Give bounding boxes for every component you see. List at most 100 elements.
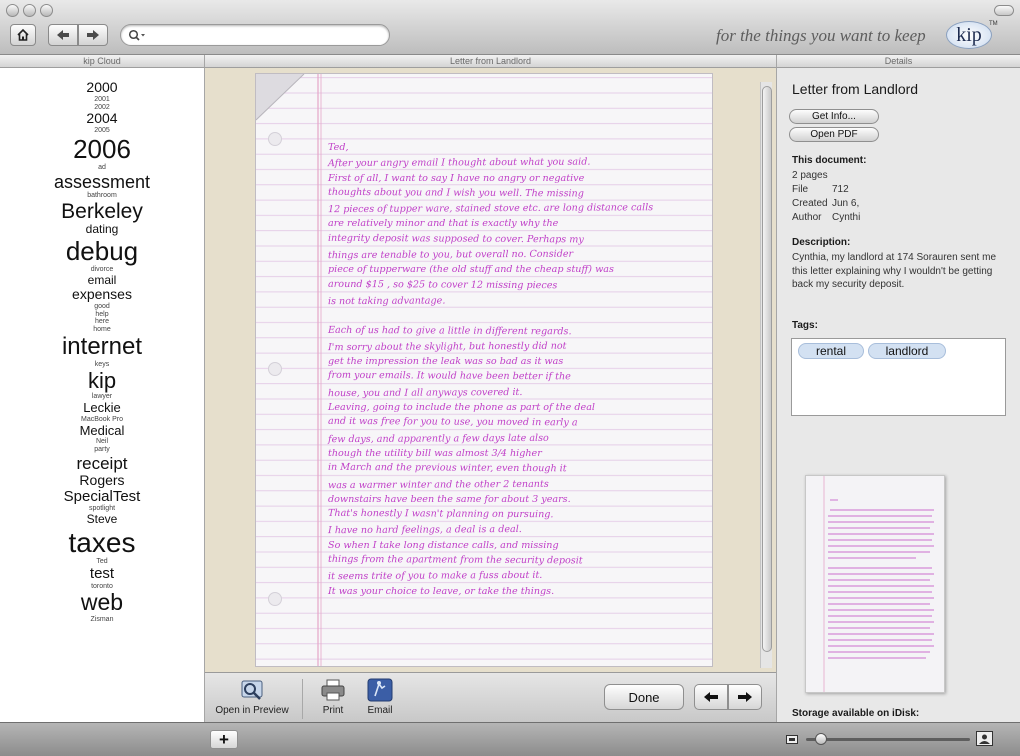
footer-bar: + [0, 722, 1020, 756]
cloud-tag[interactable]: Neil [96, 438, 108, 446]
cloud-tag[interactable]: test [90, 565, 114, 583]
previous-page-button[interactable] [694, 684, 728, 710]
letter-line: I have no hard feelings, a deal is a dea… [327, 524, 522, 537]
cloud-panel-header: kip Cloud [0, 55, 205, 68]
letter-line: things are tenable to you, but overall n… [327, 248, 574, 262]
cloud-tag[interactable]: expenses [72, 286, 132, 303]
home-button[interactable] [10, 24, 36, 46]
tag-cloud: 2000 2001 2002 2004 2005 2006 ad assessment bath… [0, 68, 205, 722]
cloud-tag[interactable]: email [88, 273, 117, 287]
tag-landlord[interactable]: landlord [868, 343, 946, 359]
zoom-slider[interactable] [806, 738, 970, 741]
cloud-tag[interactable]: bathroom [87, 192, 117, 200]
next-page-button[interactable] [728, 684, 762, 710]
get-info-button[interactable]: Get Info... [789, 109, 879, 124]
document-title: Letter from Landlord [792, 81, 919, 97]
zoom-slider-knob[interactable] [815, 733, 827, 745]
cloud-tag[interactable]: Zisman [91, 616, 114, 624]
email-label: Email [367, 705, 393, 716]
print-label: Print [322, 705, 344, 716]
document-page: Ted, After your angry email I thought ab… [255, 73, 713, 667]
cloud-tag[interactable]: 2000 [86, 79, 117, 96]
tags-label: Tags: [792, 320, 818, 331]
home-icon [17, 28, 29, 41]
details-panel-header: Details [776, 55, 1020, 68]
cloud-tag[interactable]: Steve [87, 512, 118, 526]
right-arrow-icon [738, 692, 752, 702]
printer-icon [321, 679, 345, 701]
cloud-tag[interactable]: Berkeley [61, 200, 143, 224]
created-row: Created Jun 6, [792, 198, 859, 209]
this-document-label: This document: [792, 155, 867, 166]
email-button[interactable]: Email [362, 678, 398, 716]
description-label: Description: [792, 237, 851, 248]
cloud-tag[interactable]: kip [88, 368, 116, 394]
author-label: Author [792, 212, 822, 223]
open-pdf-button[interactable]: Open PDF [789, 127, 879, 142]
cloud-tag[interactable]: 2004 [86, 111, 117, 127]
letter-line: So when I take long distance calls, and … [328, 539, 559, 551]
file-label: File [792, 184, 809, 195]
cloud-tag[interactable]: here [95, 318, 109, 326]
close-window-button[interactable] [6, 4, 19, 17]
storage-label: Storage available on iDisk: [792, 708, 920, 719]
print-button[interactable]: Print [315, 678, 351, 716]
author-value: Cynthi [832, 212, 861, 223]
punch-hole [268, 362, 282, 376]
details-panel: Letter from Landlord Get Info... Open PD… [776, 68, 1020, 722]
cloud-tag[interactable]: web [81, 590, 123, 616]
cloud-tag[interactable]: taxes [69, 527, 136, 558]
search-input[interactable] [120, 24, 390, 46]
letter-line: I'm sorry about the skylight, but honest… [327, 340, 567, 354]
cloud-tag[interactable]: Leckie [83, 401, 121, 416]
cloud-tag[interactable]: dating [86, 222, 119, 236]
done-button[interactable]: Done [604, 684, 684, 710]
open-in-preview-button[interactable]: Open in Preview [213, 678, 291, 716]
created-label: Created [792, 198, 828, 209]
letter-line: are relatively minor and that is exactly… [328, 218, 559, 230]
cloud-tag[interactable]: ad [98, 164, 106, 172]
small-thumbnail-icon [786, 735, 798, 744]
page-thumbnail[interactable] [805, 475, 945, 693]
toolbar-divider [302, 679, 303, 719]
letter-line: was a warmer winter and the other 2 tena… [327, 478, 549, 491]
letter-line: though the utility bill was almost 3/4 h… [328, 447, 542, 459]
tagline: for the things you want to keep [716, 26, 926, 45]
letter-line: it seems trite of you to make a fuss abo… [327, 570, 543, 583]
scrollbar-thumb[interactable] [762, 86, 772, 652]
handwritten-letter: Ted, After your angry email I thought ab… [328, 140, 708, 599]
cloud-tag[interactable]: party [94, 446, 110, 454]
cloud-tag[interactable]: 2001 [94, 96, 110, 104]
cloud-tag[interactable]: internet [62, 333, 142, 361]
add-button[interactable]: + [210, 730, 238, 749]
description-text: Cynthia, my landlord at 174 Sorauren sen… [792, 252, 996, 291]
file-value: 712 [832, 184, 849, 195]
cloud-tag[interactable]: help [95, 311, 108, 319]
letter-line: 12 pieces of tupper ware, stained stove … [327, 202, 654, 216]
cloud-tag[interactable]: Medical [80, 423, 125, 439]
zoom-window-button[interactable] [40, 4, 53, 17]
email-icon [367, 678, 393, 702]
cloud-tag[interactable]: receipt [76, 454, 127, 473]
cloud-tag[interactable]: good [94, 303, 110, 311]
letter-line [328, 308, 708, 323]
letter-line: and it was free for you to use, you move… [327, 416, 578, 429]
cloud-tag[interactable]: 2006 [73, 134, 131, 164]
cloud-tag[interactable]: assessment [54, 172, 150, 192]
app-window: for the things you want to keep kip TM k… [0, 0, 1020, 756]
toolbar-toggle-button[interactable] [994, 5, 1014, 16]
tag-rental[interactable]: rental [798, 343, 864, 359]
viewer-scrollbar[interactable] [760, 82, 772, 668]
tags-field[interactable]: rental landlord [791, 338, 1006, 416]
toolbar: for the things you want to keep kip TM [0, 0, 1020, 55]
minimize-window-button[interactable] [23, 4, 36, 17]
punch-hole [268, 132, 282, 146]
cloud-tag[interactable]: Rogers [79, 472, 124, 489]
forward-button[interactable] [78, 24, 108, 46]
letter-line: downstairs have been the same for about … [328, 493, 571, 505]
preview-icon [241, 680, 263, 700]
back-button[interactable] [48, 24, 78, 46]
cloud-tag[interactable]: SpecialTest [64, 488, 141, 506]
cloud-tag[interactable]: debug [66, 236, 138, 266]
forward-arrow-icon [87, 30, 99, 40]
